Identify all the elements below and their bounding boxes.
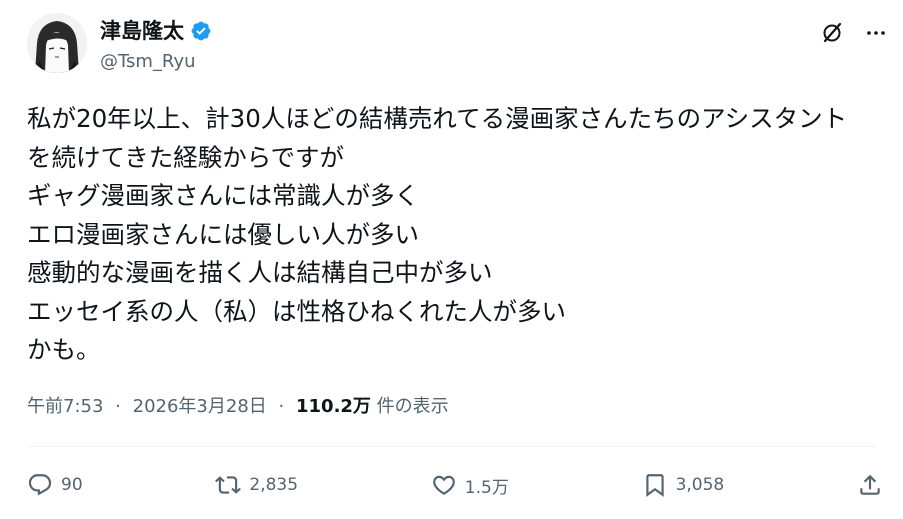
tweet-line: ギャグ漫画家さんには常識人が多く: [27, 181, 419, 210]
tweet-post: 津島隆太 @Tsm_Ryu 私が20年以上、計30人ほどの結構売れてる漫画家さん…: [0, 0, 903, 519]
action-bar: 90 2,835 1.5万 3,058: [27, 468, 883, 502]
avatar[interactable]: [27, 13, 87, 73]
retweet-button[interactable]: 2,835: [215, 472, 298, 498]
like-count: 1.5万: [464, 477, 509, 498]
tweet-line: を続けてきた経験からですが: [27, 142, 345, 172]
tweet-line: エロ漫画家さんには優しい人が多い: [27, 219, 419, 249]
tweet-line: エッセイ系の人（私）は性格ひねくれた人が多い: [27, 296, 566, 326]
retweet-count: 2,835: [249, 475, 299, 495]
avatar-illustration: [27, 13, 87, 73]
display-name[interactable]: 津島隆太: [100, 18, 184, 44]
more-icon[interactable]: [863, 20, 889, 46]
heart-icon: [432, 475, 455, 495]
divider: [27, 446, 876, 447]
views-label: 件の表示: [376, 396, 449, 417]
author-name-row: 津島隆太: [100, 18, 212, 44]
tweet-line: 感動的な漫画を描く人は結構自己中が多い: [27, 258, 493, 287]
tweet-line: 私が20年以上、計30人ほどの結構売れてる漫画家さんたちのアシスタント: [27, 104, 848, 133]
author-handle[interactable]: @Tsm_Ryu: [100, 51, 196, 73]
share-icon: [860, 474, 880, 495]
tweet-meta: 午前7:53 · 2026年3月28日 · 110.2万 件の表示: [27, 395, 449, 419]
verified-badge-icon: [190, 20, 212, 42]
post-date[interactable]: 2026年3月28日: [133, 396, 267, 417]
views-count: 110.2万: [296, 396, 371, 417]
tweet-text: 私が20年以上、計30人ほどの結構売れてる漫画家さんたちのアシスタント を続けて…: [27, 100, 887, 370]
meta-separator: ·: [115, 396, 121, 417]
post-time[interactable]: 午前7:53: [27, 396, 103, 417]
reply-button[interactable]: 90: [27, 472, 83, 498]
like-button[interactable]: 1.5万: [431, 472, 509, 498]
bookmark-icon: [645, 474, 664, 497]
reply-count: 90: [61, 475, 83, 495]
meta-separator: ·: [278, 396, 285, 417]
retweet-icon: [215, 476, 242, 494]
reply-icon: [28, 474, 52, 496]
grok-icon[interactable]: [819, 20, 845, 46]
bookmark-button[interactable]: 3,058: [642, 472, 725, 498]
share-button[interactable]: [857, 472, 883, 498]
top-actions: [819, 20, 889, 46]
tweet-line: かも。: [27, 335, 101, 364]
bookmark-count: 3,058: [675, 475, 725, 495]
